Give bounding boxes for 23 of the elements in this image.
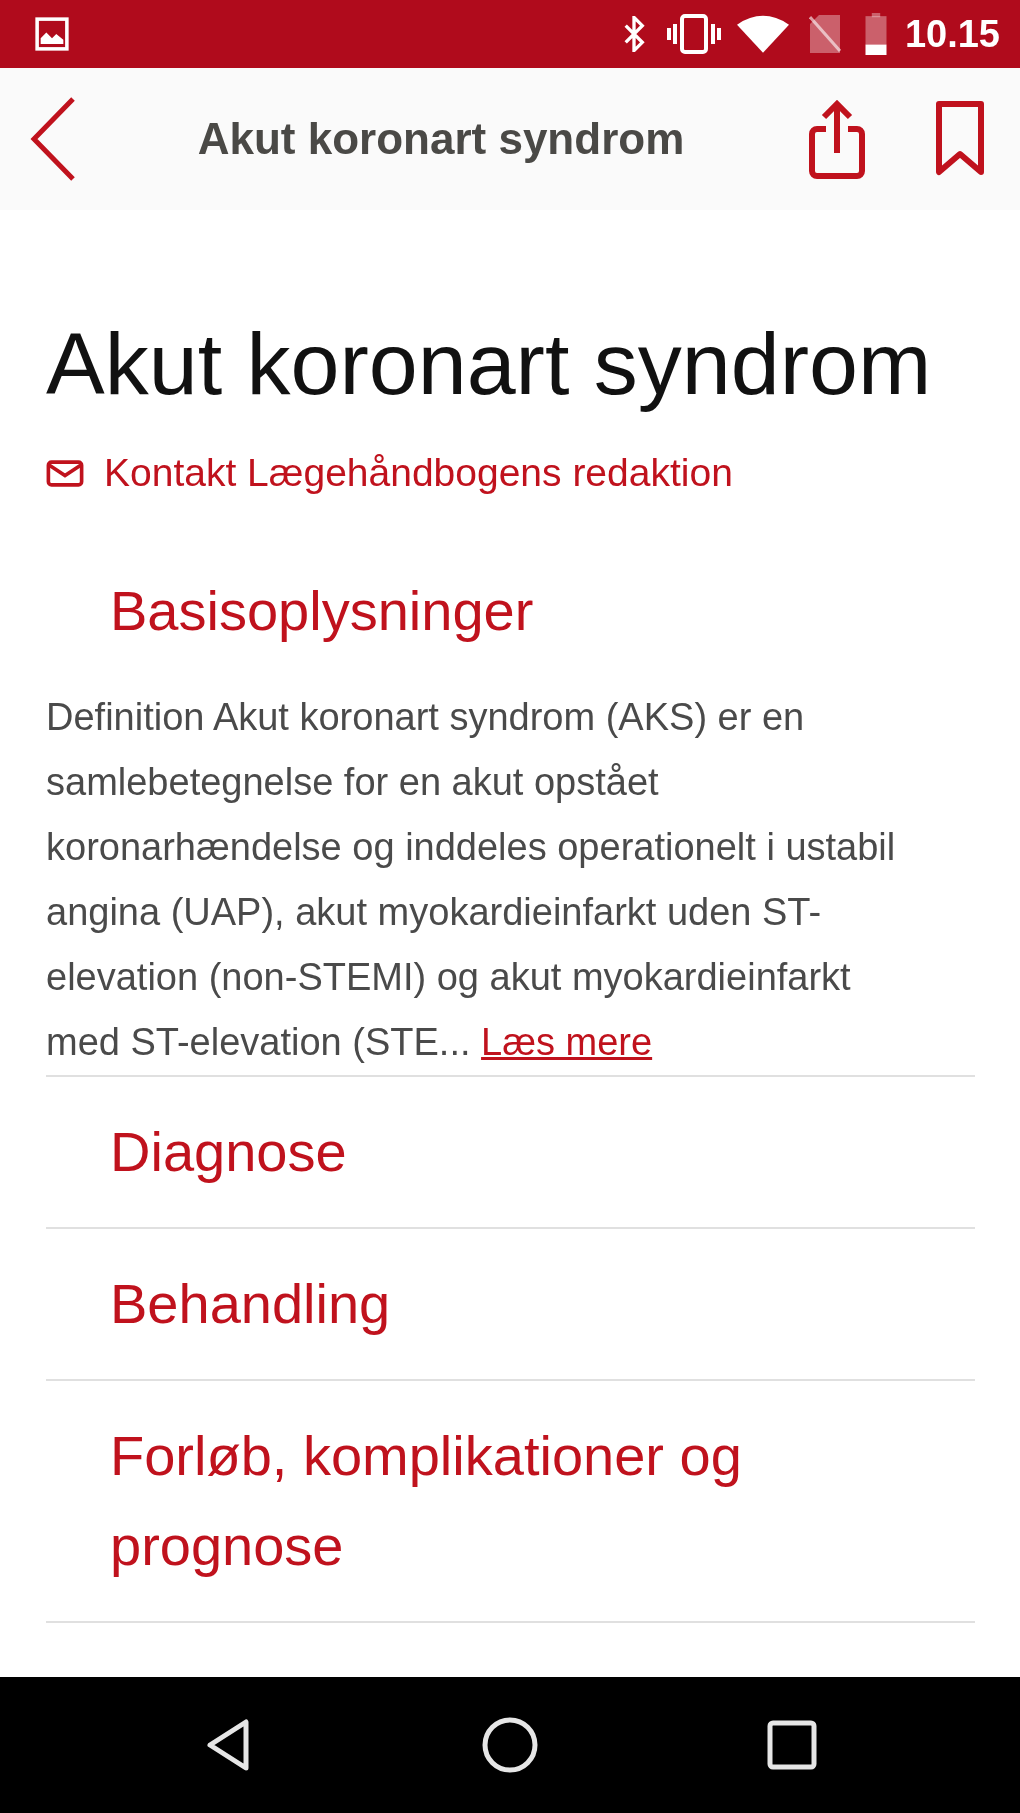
bluetooth-icon <box>622 16 645 52</box>
image-icon <box>35 17 69 51</box>
triangle-back-icon <box>205 1717 251 1773</box>
article-title: Akut koronart syndrom <box>46 314 933 414</box>
no-sim-icon <box>808 14 841 54</box>
section-title[interactable]: Diagnose <box>46 1077 975 1227</box>
summary-text: Definition Akut koronart syndrom (AKS) er en samlebetegnelse for en akut opstået koronarhændelse og inddeles operationelt i ustabil angina (UAP), akut myokardieinfarkt uden ST-elevation (non-STEMI) og akut myokardieinfarkt med ST-elevation (STE... Læs mere <box>46 695 897 1065</box>
section-title[interactable]: Forløb, komplikationer og prognose <box>46 1381 975 1621</box>
battery-icon <box>864 13 887 55</box>
section-title[interactable]: Behandling <box>46 1229 975 1379</box>
app-bar-title: Akut koronart syndrom <box>196 113 686 165</box>
wifi-icon <box>736 15 789 53</box>
section-title[interactable]: Basisoplysninger <box>46 566 975 656</box>
mail-icon <box>46 459 84 487</box>
clock-text: 10.15 <box>904 12 1000 56</box>
read-more-link[interactable]: Læs mere <box>481 1021 653 1063</box>
vibrate-icon <box>666 14 721 54</box>
back-chevron-icon <box>30 97 76 181</box>
square-recents-icon <box>767 1720 817 1770</box>
bookmark-icon <box>935 100 985 178</box>
circle-home-icon <box>482 1717 538 1773</box>
share-icon <box>809 99 865 179</box>
contact-link[interactable]: Kontakt Lægehåndbogens redaktion <box>46 450 733 496</box>
